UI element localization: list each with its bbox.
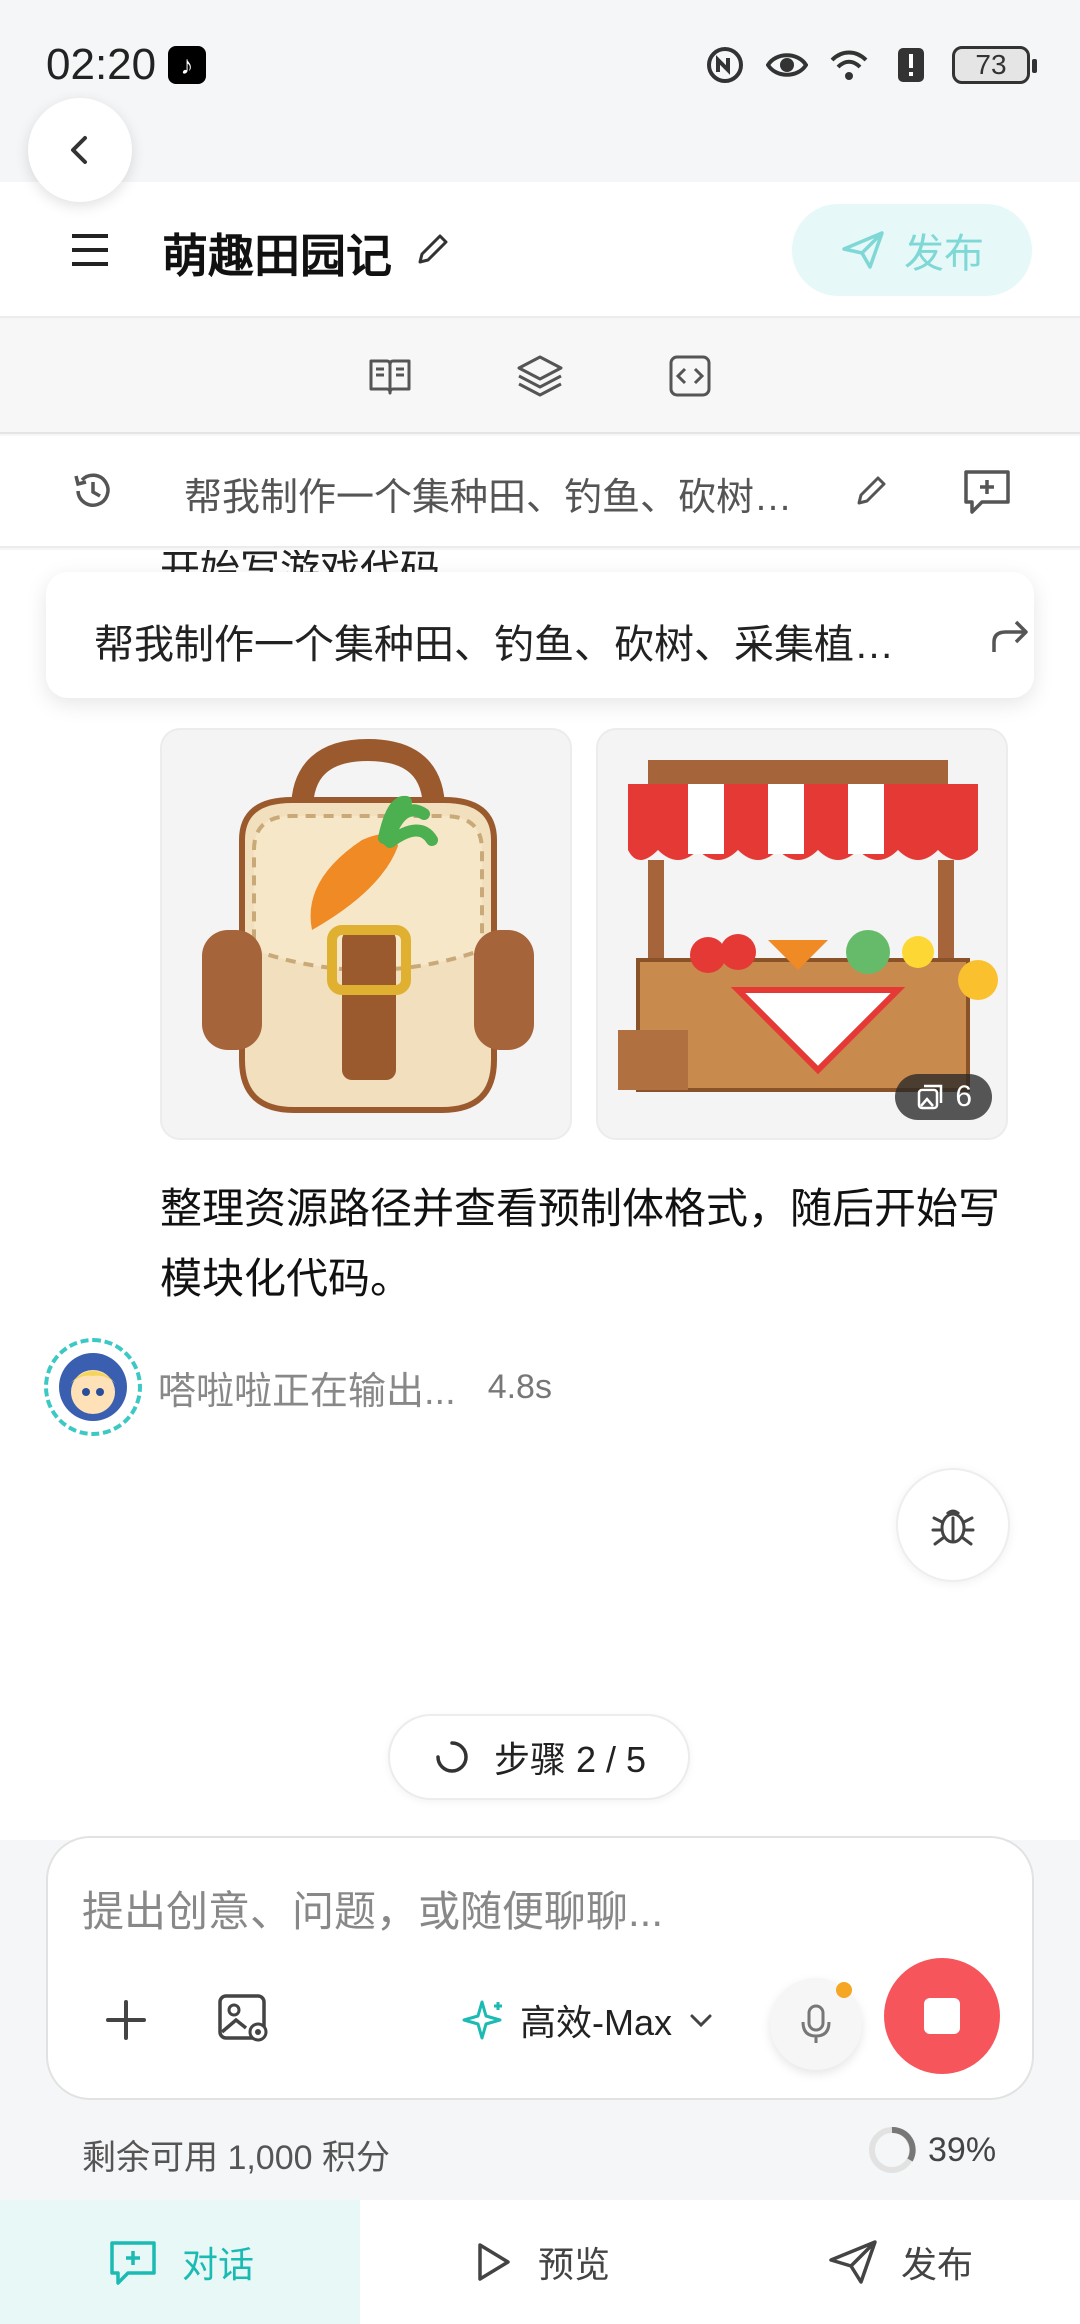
agent-duration: 4.8s — [487, 1367, 552, 1406]
battery-indicator: 73 — [952, 46, 1037, 84]
context-usage-value: 39% — [928, 2130, 997, 2169]
context-usage: 39% — [866, 2124, 996, 2176]
nfc-icon — [707, 47, 743, 83]
model-selector[interactable]: 高效-Max — [462, 1994, 716, 2046]
chat-area[interactable]: 开始写游戏代码 帮我制作一个集种田、钓鱼、砍树、采集植… 6 整理资源路径并查看… — [0, 550, 1080, 1840]
status-bar: 02:20 ♪ 73 — [0, 0, 1080, 130]
tab-chat[interactable]: 对话 — [0, 2200, 360, 2324]
chevron-down-icon — [690, 2014, 712, 2028]
publish-button[interactable]: 发布 — [792, 204, 1032, 296]
remaining-credits: 剩余可用 1,000 积分 — [82, 2139, 390, 2177]
chevron-left-icon — [71, 136, 87, 164]
debug-button[interactable] — [896, 1468, 1010, 1582]
assistant-message: 整理资源路径并查看预制体格式，随后开始写模块化代码。 — [160, 1185, 1001, 1302]
layers-icon[interactable] — [515, 351, 565, 401]
backpack-image[interactable] — [160, 728, 572, 1140]
voice-input-button[interactable] — [770, 1978, 862, 2070]
edit-prompt-icon[interactable] — [852, 470, 892, 510]
chat-plus-icon — [110, 2241, 156, 2285]
send-icon — [829, 2240, 877, 2284]
pinned-prompt-card[interactable]: 帮我制作一个集种田、钓鱼、砍树、采集植… — [46, 572, 1034, 698]
market-stall-image[interactable]: 6 — [596, 728, 1008, 1140]
tab-preview-label: 预览 — [537, 2244, 610, 2285]
status-time: 02:20 — [46, 40, 157, 89]
back-button[interactable] — [28, 98, 132, 202]
history-icon[interactable] — [70, 468, 116, 514]
code-icon[interactable] — [665, 351, 715, 401]
play-icon — [478, 2243, 510, 2281]
eye-icon — [766, 53, 808, 77]
progress-ring-icon — [869, 2127, 916, 2173]
image-settings-icon[interactable] — [216, 1990, 272, 2046]
backpack-illustration — [202, 738, 534, 1113]
wifi-icon — [830, 50, 868, 80]
agent-avatar — [44, 1338, 142, 1436]
previous-message-text: 开始写游戏代码 — [160, 550, 440, 574]
agent-status-line: 嗒啦啦正在输出... 4.8s — [44, 1338, 552, 1436]
step-progress-pill: 步骤 2 / 5 — [388, 1714, 690, 1800]
prompt-summary[interactable]: 帮我制作一个集种田、钓鱼、砍树… — [184, 466, 824, 521]
edit-title-icon[interactable] — [412, 228, 454, 270]
tab-publish[interactable]: 发布 — [720, 2200, 1080, 2324]
microphone-icon — [801, 2004, 831, 2043]
project-title: 萌趣田园记 — [162, 230, 392, 282]
image-count: 6 — [955, 1080, 972, 1113]
step-label: 步骤 2 / 5 — [493, 1739, 647, 1780]
gallery-icon — [918, 1084, 943, 1110]
loading-spinner-icon — [436, 1741, 468, 1773]
pinned-prompt-text: 帮我制作一个集种田、钓鱼、砍树、采集植… — [94, 623, 894, 667]
tab-preview[interactable]: 预览 — [360, 2200, 720, 2324]
mic-indicator-dot — [836, 1982, 852, 1998]
book-icon[interactable] — [365, 351, 415, 401]
menu-icon[interactable] — [70, 230, 114, 270]
view-toolbar — [0, 320, 1080, 434]
new-chat-icon[interactable] — [960, 466, 1014, 516]
agent-status-text: 嗒啦啦正在输出... — [158, 1370, 456, 1413]
bottom-tab-bar: 对话 预览 发布 — [0, 2200, 1080, 2324]
status-icons: 73 — [704, 44, 1037, 86]
composer-input[interactable]: 提出创意、问题，或随便聊聊... — [82, 1878, 663, 1939]
send-icon — [842, 231, 884, 269]
prompt-bar: 帮我制作一个集种田、钓鱼、砍树… — [0, 436, 1080, 548]
message-composer[interactable]: 提出创意、问题，或随便聊聊... 高效-Max — [46, 1836, 1034, 2100]
bug-icon — [931, 1509, 975, 1546]
image-count-badge[interactable]: 6 — [895, 1074, 992, 1120]
add-attachment-icon[interactable] — [104, 1998, 148, 2042]
stop-icon — [924, 1998, 960, 2034]
alert-icon — [898, 48, 924, 82]
share-icon[interactable] — [988, 616, 1032, 656]
agent-avatar-image — [59, 1353, 127, 1421]
tiktok-notification-icon: ♪ — [168, 46, 206, 84]
stop-generation-button[interactable] — [884, 1958, 1000, 2074]
sparkle-icon — [462, 2000, 502, 2040]
tab-publish-label: 发布 — [900, 2244, 973, 2285]
tab-chat-label: 对话 — [181, 2244, 254, 2285]
project-header: 萌趣田园记 发布 — [0, 182, 1080, 318]
publish-label: 发布 — [904, 232, 984, 276]
model-label: 高效-Max — [520, 2002, 672, 2043]
